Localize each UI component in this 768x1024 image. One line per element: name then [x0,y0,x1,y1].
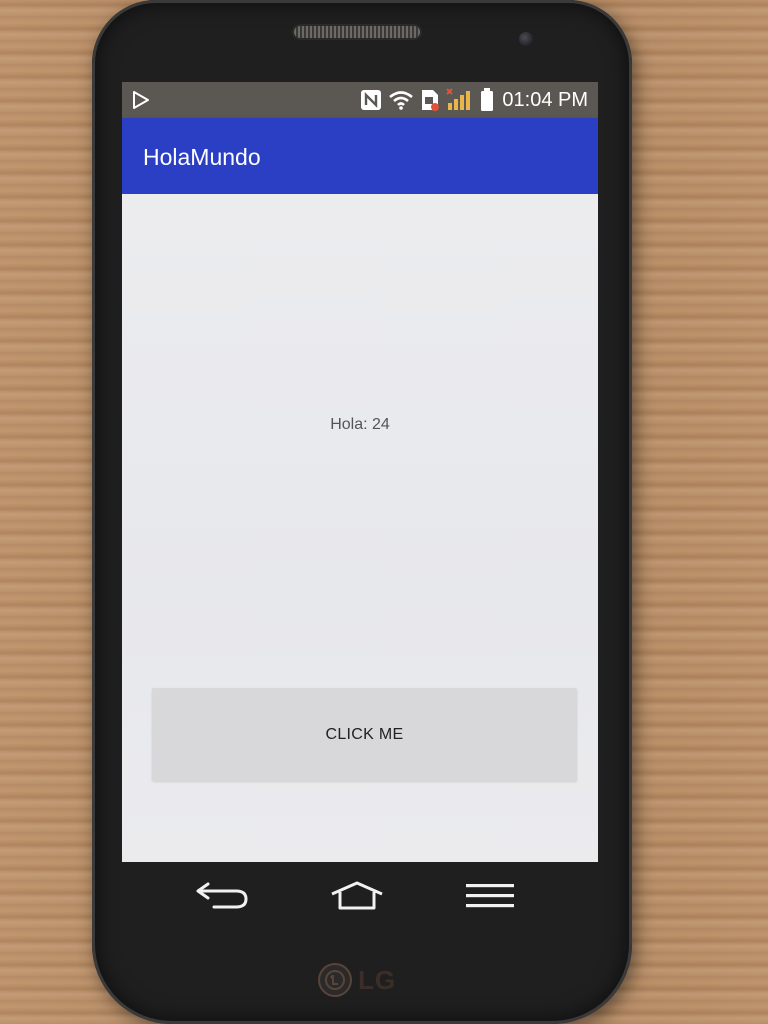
lg-brand: LG [318,962,396,998]
back-icon[interactable] [194,880,252,917]
nfc-icon [360,89,382,111]
status-icons: 01:04 PM [360,87,588,113]
home-icon[interactable] [328,880,386,917]
earpiece-speaker [294,26,420,38]
play-store-icon [132,90,150,115]
main-content: Hola: 24 CLICK ME [122,194,598,862]
app-bar: HolaMundo [122,118,598,194]
phone-body: 01:04 PM HolaMundo Hola: 24 CLICK ME LG [92,0,632,1024]
app-title: HolaMundo [143,144,261,170]
click-me-button[interactable]: CLICK ME [152,688,577,781]
phone-screen: 01:04 PM HolaMundo Hola: 24 CLICK ME [122,82,598,862]
navigation-bar [122,862,598,928]
front-camera [519,32,533,46]
lg-logo-icon [318,963,352,997]
signal-icon [446,88,474,112]
status-bar: 01:04 PM [122,82,598,118]
sim-icon [420,88,440,112]
wifi-icon [388,90,414,110]
brand-text: LG [358,964,397,995]
menu-icon[interactable] [464,880,516,917]
hola-counter-label: Hola: 24 [330,416,390,433]
status-time: 01:04 PM [502,88,588,111]
battery-icon [480,88,494,112]
